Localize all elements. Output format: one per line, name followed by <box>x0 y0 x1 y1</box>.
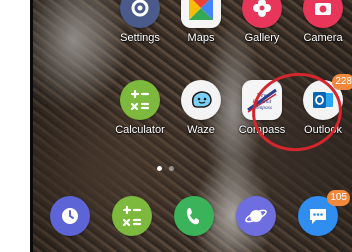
planet-icon <box>236 196 276 236</box>
app-gallery[interactable]: Gallery <box>227 0 297 45</box>
app-label: Maps <box>187 32 215 44</box>
dock-phone[interactable] <box>169 196 219 236</box>
gear-icon <box>120 0 160 28</box>
home-screen: Settings Maps Gallery Camera Calculator … <box>30 0 352 252</box>
page-indicator-dot[interactable] <box>169 166 174 171</box>
app-label: Gallery <box>244 32 280 44</box>
clock-icon <box>50 196 90 236</box>
app-waze[interactable]: Waze <box>166 80 236 137</box>
dock-messages[interactable]: 105 <box>293 190 350 236</box>
dock-clock[interactable] <box>45 196 95 236</box>
waze-icon <box>181 80 221 120</box>
page-indicator-dot-active[interactable] <box>157 166 162 171</box>
camera-icon <box>303 0 343 28</box>
app-label: Waze <box>187 124 215 136</box>
app-camera[interactable]: Camera <box>288 0 352 45</box>
dock-calculator[interactable] <box>107 196 157 236</box>
notification-badge: 105 <box>327 190 350 206</box>
notification-badge: 228 <box>332 74 352 90</box>
app-label: Camera <box>303 32 343 44</box>
app-label: Settings <box>120 32 160 44</box>
phone-icon <box>174 196 214 236</box>
app-maps[interactable]: Maps <box>166 0 236 45</box>
app-calculator[interactable]: Calculator <box>105 80 175 137</box>
dock-internet[interactable] <box>231 196 281 236</box>
maps-icon <box>181 0 221 28</box>
chat-icon: 105 <box>298 190 350 236</box>
calculator-icon <box>120 80 160 120</box>
app-settings[interactable]: Settings <box>105 0 175 45</box>
flower-icon <box>242 0 282 28</box>
calculator-icon <box>112 196 152 236</box>
app-label: Calculator <box>115 124 165 136</box>
